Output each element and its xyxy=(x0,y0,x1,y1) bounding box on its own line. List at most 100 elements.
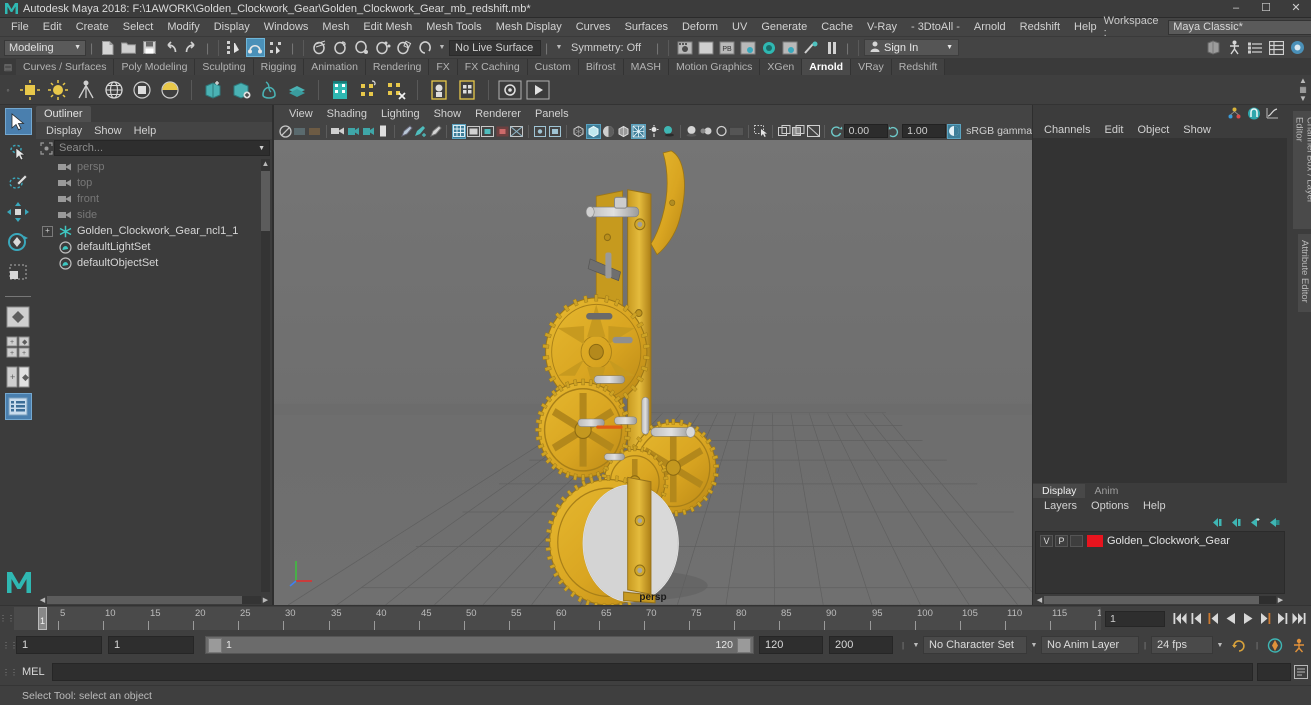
gamma-reset-icon[interactable] xyxy=(888,124,902,139)
shelf-tab-rigging[interactable]: Rigging xyxy=(253,59,305,75)
live-surface-field[interactable]: No Live Surface xyxy=(449,39,541,56)
arnold-standin-create-icon[interactable] xyxy=(200,77,226,103)
animation-end-time-field[interactable]: 200 xyxy=(829,636,893,654)
texture-mode-icon[interactable] xyxy=(631,123,647,139)
layers-menu-layers[interactable]: Layers xyxy=(1037,500,1084,512)
playback-start-time-field[interactable]: 1 xyxy=(108,636,194,654)
select-camera-icon[interactable] xyxy=(279,124,293,139)
no-deformers-icon[interactable] xyxy=(696,38,715,57)
side-tab-attribute-editor[interactable]: Attribute Editor xyxy=(1298,234,1311,312)
resolution-gate-icon[interactable] xyxy=(481,124,495,139)
anti-aliasing-icon[interactable] xyxy=(714,124,728,139)
scrollbar-thumb[interactable] xyxy=(1044,596,1259,604)
shelf-tab-arnold[interactable]: Arnold xyxy=(802,59,852,75)
hypergraph-icon[interactable] xyxy=(1226,106,1243,121)
command-output-field[interactable] xyxy=(1257,663,1291,681)
time-cursor[interactable]: 1 xyxy=(38,607,47,630)
exposure-field[interactable]: 0.00 xyxy=(843,124,888,138)
outliner-item-side[interactable]: side xyxy=(36,207,272,223)
outliner-menu-display[interactable]: Display xyxy=(40,125,88,137)
shelf-tab-xgen[interactable]: XGen xyxy=(760,59,803,75)
camera-attributes-icon[interactable] xyxy=(293,124,307,139)
grid-toggle-icon[interactable] xyxy=(451,123,466,139)
motion-blur-icon[interactable] xyxy=(699,124,713,139)
three-pane-camera-icon[interactable] xyxy=(361,124,375,139)
anim-layer-field[interactable]: No Anim Layer xyxy=(1041,636,1139,654)
human-ik-icon[interactable] xyxy=(1225,38,1244,57)
menu-select[interactable]: Select xyxy=(116,18,161,37)
go-to-start-icon[interactable] xyxy=(1171,610,1188,628)
menu-modify[interactable]: Modify xyxy=(160,18,206,37)
menu-generate[interactable]: Generate xyxy=(754,18,814,37)
arnold-mesh-light-icon[interactable] xyxy=(129,77,155,103)
rotate-tool-button[interactable] xyxy=(5,228,32,255)
anim-layer-dropdown-arrow[interactable]: ▼ xyxy=(1027,642,1041,649)
ambient-occlusion-icon[interactable] xyxy=(685,124,699,139)
arnold-point-light-icon[interactable] xyxy=(45,77,71,103)
time-slider-grip[interactable]: ⋮⋮ xyxy=(0,606,15,631)
menu-edit[interactable]: Edit xyxy=(36,18,69,37)
symmetry-field[interactable]: Symmetry: Off xyxy=(566,40,652,56)
isolate-select-icon[interactable] xyxy=(754,124,768,139)
select-by-hierarchy-icon[interactable] xyxy=(225,38,244,57)
arnold-skydome-light-icon[interactable] xyxy=(101,77,127,103)
sign-in-button[interactable]: Sign In ▼ xyxy=(864,39,959,56)
eraser-icon[interactable] xyxy=(428,124,442,139)
construction-history-icon[interactable] xyxy=(738,38,757,57)
scroll-left-icon[interactable]: ◀ xyxy=(1035,596,1044,604)
time-slider[interactable]: 1 5 10 15 20 25 30 35 40 45 50 55 60 65 70 75 80 85 90 95 1… xyxy=(14,607,1101,630)
channelbox-menu-channels[interactable]: Channels xyxy=(1037,124,1097,136)
outliner-item-golden-clockwork-gear[interactable]: + Golden_Clockwork_Gear_ncl1_1 xyxy=(36,223,272,239)
scrollbar-track[interactable] xyxy=(47,595,261,604)
snap-to-view-plane-icon[interactable] xyxy=(394,38,413,57)
character-set-field[interactable]: No Character Set xyxy=(923,636,1027,654)
go-to-end-icon[interactable] xyxy=(1290,610,1307,628)
select-by-object-type-icon[interactable] xyxy=(246,38,265,57)
shelf-tab-fx[interactable]: FX xyxy=(429,59,458,75)
play-backwards-icon[interactable] xyxy=(1222,610,1239,628)
layer-row-golden-clockwork-gear[interactable]: V P Golden_Clockwork_Gear xyxy=(1036,532,1284,547)
redo-icon[interactable] xyxy=(182,38,201,57)
viewport-menu-show[interactable]: Show xyxy=(427,108,469,120)
menu-file[interactable]: File xyxy=(4,18,36,37)
tab-display-layers[interactable]: Display xyxy=(1033,484,1086,498)
display-layer-b-icon[interactable] xyxy=(792,124,806,139)
outliner-tab[interactable]: Outliner xyxy=(36,106,91,122)
camera-icon[interactable] xyxy=(330,124,345,139)
command-input[interactable] xyxy=(52,663,1253,681)
menu-curves[interactable]: Curves xyxy=(569,18,618,37)
shelf-grip[interactable]: ▤ xyxy=(0,59,16,75)
snap-to-projected-center-icon[interactable] xyxy=(373,38,392,57)
chevron-down-icon[interactable]: ▼ xyxy=(1213,642,1227,649)
wireframe-on-shaded-icon[interactable] xyxy=(617,124,631,139)
layer-playback-toggle[interactable]: P xyxy=(1055,534,1068,547)
graph-editor-icon[interactable] xyxy=(1264,106,1281,121)
outliner-layout-button[interactable] xyxy=(4,393,32,420)
menu-edit-mesh[interactable]: Edit Mesh xyxy=(356,18,419,37)
layers-menu-options[interactable]: Options xyxy=(1084,500,1136,512)
step-forward-key-icon[interactable] xyxy=(1273,610,1290,628)
film-gate-icon[interactable] xyxy=(466,124,481,139)
menu-mesh[interactable]: Mesh xyxy=(315,18,356,37)
shelf-tab-poly-modeling[interactable]: Poly Modeling xyxy=(114,59,196,75)
animation-preferences-loop-icon[interactable] xyxy=(1229,635,1249,655)
scroll-right-icon[interactable]: ▶ xyxy=(261,596,270,604)
lasso-tool-button[interactable] xyxy=(5,138,32,165)
bookmarks-icon[interactable] xyxy=(308,124,322,139)
create-empty-layer-icon[interactable] xyxy=(1246,515,1262,529)
scroll-options-icon[interactable]: ▦ xyxy=(1297,86,1309,94)
channel-box-content[interactable] xyxy=(1033,138,1287,483)
shelf-scroll-arrows[interactable]: ▲ ▦ ▼ xyxy=(1297,77,1309,103)
command-line-grip[interactable]: ⋮⋮ xyxy=(2,668,18,677)
side-tab-channel-box-layer-editor[interactable]: Channel Box / Layer Editor xyxy=(1292,111,1311,229)
chevron-down-icon[interactable]: ▼ xyxy=(258,145,265,152)
open-scene-icon[interactable] xyxy=(119,38,138,57)
outliner-vertical-scrollbar[interactable]: ▲ xyxy=(261,159,270,592)
menu-redshift[interactable]: Redshift xyxy=(1013,18,1067,37)
four-view-layout-button[interactable]: + ◆ + + xyxy=(5,333,32,360)
scrollbar-track[interactable] xyxy=(1044,596,1276,604)
step-back-key-icon[interactable] xyxy=(1188,610,1205,628)
add-key-icon[interactable] xyxy=(414,124,428,139)
color-space-toggle-icon[interactable] xyxy=(946,123,961,139)
playback-speed-dropdown[interactable]: 24 fps xyxy=(1151,636,1213,654)
